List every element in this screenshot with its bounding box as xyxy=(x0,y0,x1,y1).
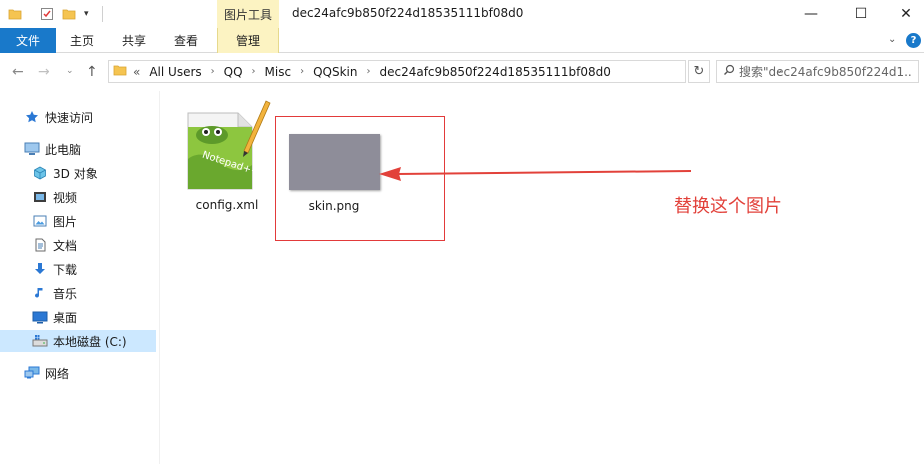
maximize-button[interactable]: ☐ xyxy=(838,0,884,28)
properties-icon[interactable] xyxy=(40,5,54,23)
back-button[interactable]: ← xyxy=(12,64,24,80)
sidebar-item-label: 音乐 xyxy=(53,286,78,301)
breadcrumb-separator-icon[interactable]: › xyxy=(300,66,304,77)
sidebar-item-this-pc[interactable]: 此电脑 xyxy=(24,138,81,160)
sidebar-item-label: 本地磁盘 (C:) xyxy=(53,334,127,349)
refresh-button[interactable]: ↻ xyxy=(688,60,710,83)
sidebar-item-label: 此电脑 xyxy=(45,142,82,157)
breadcrumb-separator-icon[interactable]: › xyxy=(366,66,370,77)
breadcrumb-qq[interactable]: QQ xyxy=(224,65,243,79)
sidebar-item-music[interactable]: 音乐 xyxy=(32,282,77,304)
sidebar-item-label: 视频 xyxy=(53,190,78,205)
minimize-button[interactable]: — xyxy=(788,0,834,28)
search-box[interactable]: 搜索"dec24afc9b850f224d1... xyxy=(716,60,919,83)
help-icon[interactable]: ? xyxy=(906,33,921,48)
tab-share[interactable]: 共享 xyxy=(112,28,156,53)
address-overflow-icon[interactable]: « xyxy=(133,65,140,79)
breadcrumb-separator-icon[interactable]: › xyxy=(252,66,256,77)
music-icon xyxy=(32,285,48,301)
close-button[interactable]: ✕ xyxy=(883,0,924,28)
folder-icon xyxy=(113,63,127,80)
sidebar-item-label: 图片 xyxy=(53,214,78,229)
recent-locations-dropdown[interactable]: ⌄ xyxy=(66,66,74,76)
sidebar-item-documents[interactable]: 文档 xyxy=(32,234,77,256)
annotation-arrow-icon xyxy=(379,167,692,181)
desktop-icon xyxy=(32,309,48,325)
computer-icon xyxy=(24,141,40,157)
expand-ribbon-icon[interactable]: ⌄ xyxy=(888,34,896,45)
notepadpp-file-icon: Notepad++ xyxy=(182,99,272,194)
sidebar-item-downloads[interactable]: 下载 xyxy=(32,258,77,280)
3d-objects-icon xyxy=(32,165,48,181)
address-bar[interactable]: « All Users › QQ › Misc › QQSkin › dec24… xyxy=(108,60,783,83)
tab-view[interactable]: 查看 xyxy=(164,28,208,53)
sidebar-item-quick-access[interactable]: 快速访问 xyxy=(24,106,93,128)
tab-file[interactable]: 文件 xyxy=(0,28,56,53)
sidebar-item-network[interactable]: 网络 xyxy=(24,362,69,384)
breadcrumb-separator-icon[interactable]: › xyxy=(211,66,215,77)
sidebar-item-local-disk-c[interactable]: 本地磁盘 (C:) xyxy=(0,330,156,352)
file-list: Notepad++ config.xml skin.png 替换这个图片 xyxy=(160,91,924,464)
forward-button[interactable]: → xyxy=(38,64,50,80)
sidebar-item-label: 下载 xyxy=(53,262,78,277)
divider xyxy=(102,6,103,22)
window-title: dec24afc9b850f224d18535111bf08d0 xyxy=(292,6,524,20)
documents-icon xyxy=(32,237,48,253)
sidebar-item-pictures[interactable]: 图片 xyxy=(32,210,77,232)
ribbon-tabs: 文件 主页 共享 查看 管理 ⌄ ? xyxy=(0,28,924,53)
breadcrumb-current-folder[interactable]: dec24afc9b850f224d18535111bf08d0 xyxy=(379,65,610,79)
sidebar-item-label: 网络 xyxy=(45,366,70,381)
breadcrumb-qqskin[interactable]: QQSkin xyxy=(313,65,357,79)
up-button[interactable]: ↑ xyxy=(86,64,98,80)
sidebar-item-desktop[interactable]: 桌面 xyxy=(32,306,77,328)
sidebar-item-videos[interactable]: 视频 xyxy=(32,186,77,208)
sidebar-item-label: 快速访问 xyxy=(45,110,94,125)
tab-home[interactable]: 主页 xyxy=(60,28,104,53)
sidebar-item-label: 文档 xyxy=(53,238,78,253)
file-name: config.xml xyxy=(195,198,259,212)
pictures-icon xyxy=(32,213,48,229)
annotation-text: 替换这个图片 xyxy=(674,196,782,217)
sidebar-item-3d-objects[interactable]: 3D 对象 xyxy=(32,162,98,184)
download-icon xyxy=(32,261,48,277)
search-input[interactable]: 搜索"dec24afc9b850f224d1... xyxy=(739,63,911,80)
folder-icon[interactable] xyxy=(8,5,22,23)
video-icon xyxy=(32,189,48,205)
navigation-bar: ← → ⌄ ↑ « All Users › QQ › Misc › QQSkin… xyxy=(0,53,924,91)
quick-access-dropdown[interactable]: ▾ xyxy=(84,5,89,23)
breadcrumb-all-users[interactable]: All Users xyxy=(149,65,201,79)
new-folder-icon[interactable] xyxy=(62,5,76,23)
navigation-pane: 快速访问 此电脑 3D 对象 视频 图片 文档 下载 音乐 桌面 本地磁盘 (C… xyxy=(0,91,160,464)
breadcrumb-misc[interactable]: Misc xyxy=(265,65,292,79)
sidebar-item-label: 3D 对象 xyxy=(53,166,98,181)
network-icon xyxy=(24,365,40,381)
picture-tools-title: 图片工具 xyxy=(217,0,279,28)
search-icon xyxy=(723,64,735,79)
title-bar: ▾ 图片工具 dec24afc9b850f224d18535111bf08d0 … xyxy=(0,0,924,28)
tab-manage[interactable]: 管理 xyxy=(217,28,279,53)
sidebar-item-label: 桌面 xyxy=(53,310,78,325)
file-item-config-xml[interactable]: Notepad++ config.xml xyxy=(182,99,272,212)
drive-icon xyxy=(32,333,48,349)
star-icon xyxy=(24,109,40,125)
